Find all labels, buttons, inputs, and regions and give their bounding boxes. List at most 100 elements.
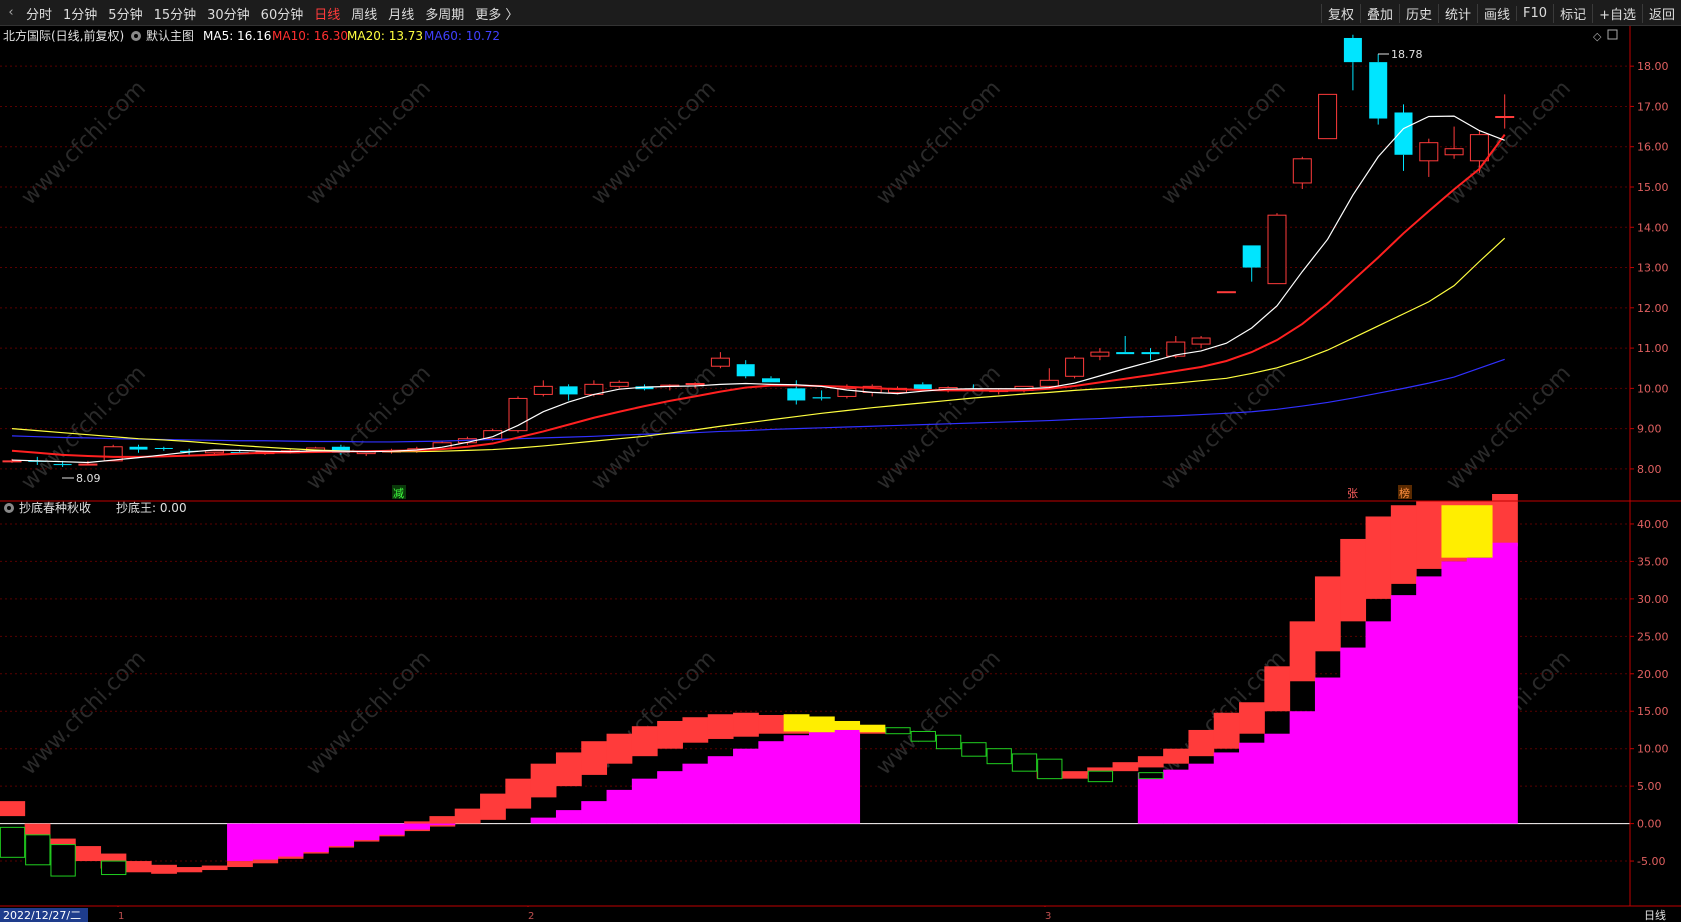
month-label-1: 1 bbox=[118, 911, 124, 922]
yellow-bar bbox=[1441, 505, 1468, 558]
green-bar bbox=[1138, 772, 1164, 780]
sub-tick-label: 15.00 bbox=[1637, 705, 1669, 718]
magenta-bar bbox=[682, 763, 709, 824]
tool-button-0[interactable]: 复权 bbox=[1320, 3, 1360, 23]
period-tab-6[interactable]: 日线 bbox=[314, 4, 340, 23]
sub-tick-label: -5.00 bbox=[1637, 855, 1665, 868]
red-bar bbox=[1188, 729, 1215, 757]
green-bar bbox=[986, 748, 1012, 765]
tool-button-1[interactable]: 叠加 bbox=[1359, 3, 1399, 23]
red-bar bbox=[733, 712, 759, 737]
candle-body bbox=[685, 383, 705, 386]
candle-body bbox=[103, 446, 123, 462]
yellow-bar bbox=[834, 720, 861, 730]
period-tab-9[interactable]: 多周期 bbox=[425, 4, 464, 23]
red-bar bbox=[1492, 494, 1518, 547]
candle-body bbox=[204, 450, 224, 454]
green-bar bbox=[885, 727, 911, 735]
watermark-text: www.cfchi.com bbox=[587, 361, 721, 495]
low-price-label: 8.09 bbox=[76, 472, 101, 485]
tool-button-7[interactable]: +自选 bbox=[1592, 3, 1642, 23]
candle-body bbox=[913, 384, 932, 390]
back-arrow-icon[interactable]: ‹ bbox=[4, 6, 18, 20]
red-bar bbox=[758, 714, 785, 734]
red-bar bbox=[1137, 756, 1164, 768]
magenta-bar bbox=[1137, 772, 1164, 824]
magenta-bar bbox=[834, 729, 861, 824]
green-bar bbox=[1011, 753, 1038, 772]
watermark-text: www.cfchi.com bbox=[1157, 361, 1291, 495]
magenta-bar bbox=[1239, 742, 1265, 824]
magenta-bar bbox=[581, 801, 608, 824]
watermark-text: www.cfchi.com bbox=[1442, 361, 1576, 495]
template-label[interactable]: 默认主图 bbox=[146, 28, 194, 43]
watermark-text: www.cfchi.com bbox=[872, 76, 1006, 210]
ma5-value: MA5: 16.16 bbox=[203, 29, 271, 43]
candle-body bbox=[1469, 134, 1489, 162]
period-tab-4[interactable]: 30分钟 bbox=[207, 4, 250, 23]
magenta-bar bbox=[277, 823, 304, 857]
indicator-value: 抄底王: 0.00 bbox=[116, 500, 187, 515]
period-tab-7[interactable]: 周线 bbox=[351, 4, 377, 23]
magenta-bar bbox=[1314, 677, 1341, 824]
red-bar bbox=[1365, 516, 1392, 599]
diamond-icon[interactable]: ◇ bbox=[1593, 30, 1602, 43]
red-bar bbox=[1061, 771, 1088, 779]
template-gear-icon[interactable] bbox=[131, 31, 141, 41]
magenta-bar bbox=[404, 823, 430, 830]
watermark-text: www.cfchi.com bbox=[302, 76, 436, 210]
red-bar bbox=[1340, 538, 1367, 622]
status-bar bbox=[0, 907, 1681, 922]
indicator-gear-icon[interactable] bbox=[4, 503, 14, 513]
candle-body bbox=[1267, 214, 1287, 285]
red-bar bbox=[1163, 748, 1189, 764]
red-bar bbox=[1416, 501, 1442, 569]
sub-tick-label: 10.00 bbox=[1637, 743, 1669, 756]
tool-button-6[interactable]: 标记 bbox=[1553, 3, 1592, 23]
magenta-bar bbox=[353, 823, 380, 841]
period-tab-10[interactable]: 更多 〉 bbox=[475, 4, 518, 23]
candle-body bbox=[787, 388, 806, 401]
candle-body bbox=[154, 447, 173, 449]
period-tab-8[interactable]: 月线 bbox=[388, 4, 414, 23]
candle-body bbox=[53, 464, 72, 466]
top-toolbar: ‹ 分时 1分钟 5分钟 15分钟 30分钟 60分钟 日线 周线 月线 多周期 更多 〉 复权 叠加… bbox=[0, 0, 1681, 26]
watermark-text: www.cfchi.com bbox=[302, 361, 436, 495]
period-tab-3[interactable]: 15分钟 bbox=[154, 4, 197, 23]
red-bar bbox=[0, 801, 26, 817]
ma60-value: MA60: 10.72 bbox=[424, 29, 500, 43]
red-bar bbox=[201, 865, 228, 871]
yellow-bar bbox=[783, 714, 810, 732]
tool-button-8[interactable]: 返回 bbox=[1641, 3, 1681, 23]
candle-body bbox=[812, 397, 831, 399]
tool-buttons: 复权 叠加 历史 统计 画线 F10 标记 +自选 返回 bbox=[1320, 0, 1681, 26]
main-tick-label: 13.00 bbox=[1637, 262, 1669, 275]
month-label-3: 3 bbox=[1045, 911, 1051, 922]
red-bar bbox=[581, 741, 608, 775]
magenta-bar bbox=[1264, 733, 1291, 824]
tool-button-2[interactable]: 历史 bbox=[1398, 3, 1438, 23]
tool-button-4[interactable]: 画线 bbox=[1477, 3, 1516, 23]
candle-body bbox=[1116, 352, 1135, 355]
magenta-bar bbox=[606, 789, 633, 824]
candle-body bbox=[1444, 148, 1464, 156]
watermark-text: www.cfchi.com bbox=[872, 646, 1006, 780]
high-price-label: 18.78 bbox=[1391, 48, 1423, 61]
main-tick-label: 11.00 bbox=[1637, 342, 1669, 355]
period-tab-2[interactable]: 5分钟 bbox=[108, 4, 142, 23]
expand-icon[interactable] bbox=[1607, 29, 1618, 40]
indicator-title[interactable]: 抄底春种秋收 bbox=[19, 500, 91, 515]
watermark-text: www.cfchi.com bbox=[17, 76, 151, 210]
period-tab-5[interactable]: 60分钟 bbox=[261, 4, 304, 23]
magenta-bar bbox=[555, 810, 582, 824]
magenta-bar bbox=[378, 823, 405, 835]
period-tab-0[interactable]: 分时 bbox=[26, 4, 52, 23]
tool-button-3[interactable]: 统计 bbox=[1438, 3, 1477, 23]
magenta-bar bbox=[252, 823, 279, 860]
moving-average-lines bbox=[11, 115, 1506, 464]
tool-button-5[interactable]: F10 bbox=[1516, 5, 1553, 21]
sub-tick-label: 25.00 bbox=[1637, 630, 1669, 643]
period-tab-1[interactable]: 1分钟 bbox=[63, 4, 97, 23]
red-bar bbox=[75, 846, 102, 862]
red-bar bbox=[631, 726, 658, 757]
